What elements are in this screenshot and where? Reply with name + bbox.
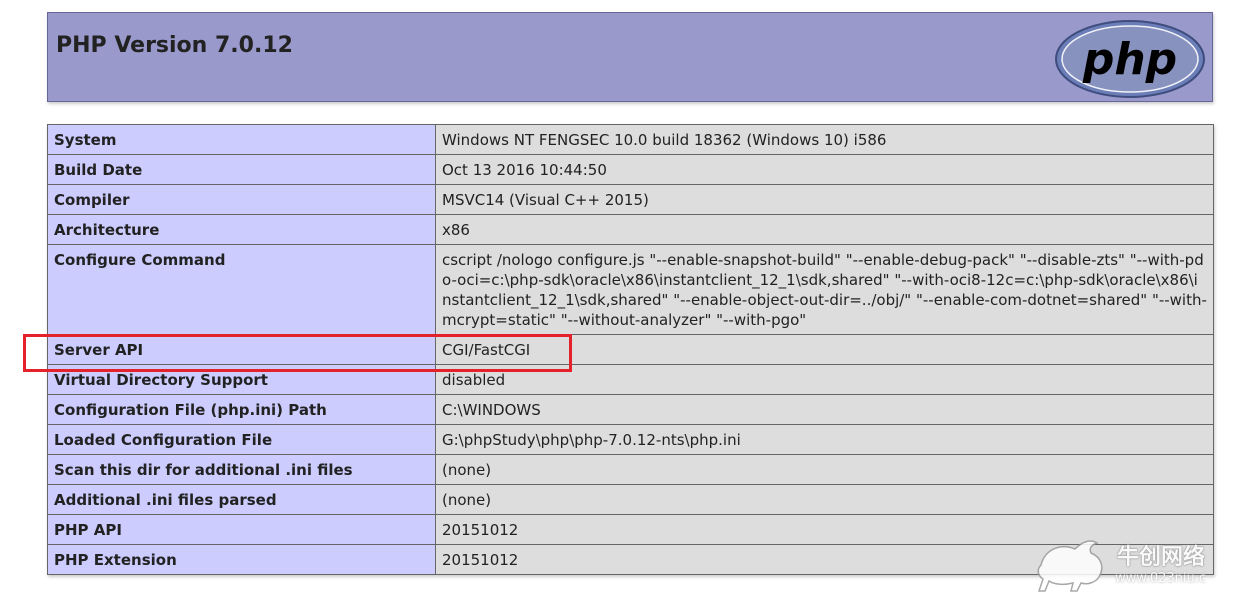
table-row: Compiler MSVC14 (Visual C++ 2015) <box>47 184 1214 215</box>
row-key: Architecture <box>47 214 436 245</box>
table-row: Server API CGI/FastCGI <box>47 334 1214 365</box>
table-row: Configuration File (php.ini) Path C:\WIND… <box>47 394 1214 425</box>
row-key: Additional .ini files parsed <box>47 484 436 515</box>
page-title: PHP Version 7.0.12 <box>56 33 293 58</box>
row-value: (none) <box>435 484 1214 515</box>
table-row: System Windows NT FENGSEC 10.0 build 1836… <box>47 124 1214 155</box>
row-value: MSVC14 (Visual C++ 2015) <box>435 184 1214 215</box>
row-key: Compiler <box>47 184 436 215</box>
row-key: PHP Extension <box>47 544 436 575</box>
row-value: disabled <box>435 364 1214 395</box>
row-key: Configuration File (php.ini) Path <box>47 394 436 425</box>
row-key: Loaded Configuration File <box>47 424 436 455</box>
row-value: (none) <box>435 454 1214 485</box>
row-key: Build Date <box>47 154 436 185</box>
watermark: 牛创网络 www.023niu.c <box>1031 535 1231 595</box>
row-value: Windows NT FENGSEC 10.0 build 18362 (Win… <box>435 124 1214 155</box>
row-value: Oct 13 2016 10:44:50 <box>435 154 1214 185</box>
php-logo-text: php <box>1082 34 1177 85</box>
table-row: Virtual Directory Support disabled <box>47 364 1214 395</box>
row-value: cscript /nologo configure.js "--enable-s… <box>435 244 1214 335</box>
row-value: C:\WINDOWS <box>435 394 1214 425</box>
php-logo: php <box>1055 20 1205 98</box>
php-info-table: System Windows NT FENGSEC 10.0 build 1836… <box>47 124 1214 575</box>
table-row: Build Date Oct 13 2016 10:44:50 <box>47 154 1214 185</box>
row-key: Server API <box>47 334 436 365</box>
row-value: G:\phpStudy\php\php-7.0.12-nts\php.ini <box>435 424 1214 455</box>
table-row: Scan this dir for additional .ini files(… <box>47 454 1214 485</box>
bull-logo-icon <box>1037 540 1103 592</box>
table-row: Configure Command cscript /nologo configu… <box>47 244 1214 335</box>
table-row: Loaded Configuration File G:\phpStudy\php… <box>47 424 1214 455</box>
row-key: Scan this dir for additional .ini files <box>47 454 436 485</box>
row-key: Virtual Directory Support <box>47 364 436 395</box>
row-value: CGI/FastCGI <box>435 334 1214 365</box>
php-version-header: PHP Version 7.0.12 php <box>47 12 1213 102</box>
watermark-url: www.023niu.c <box>1115 571 1207 586</box>
watermark-title: 牛创网络 <box>1117 545 1206 570</box>
row-key: PHP API <box>47 514 436 545</box>
table-row: Architecture x86 <box>47 214 1214 245</box>
table-row: Additional .ini files parsed (none) <box>47 484 1214 515</box>
row-key: System <box>47 124 436 155</box>
row-value: x86 <box>435 214 1214 245</box>
row-key: Configure Command <box>47 244 436 335</box>
phpinfo-page: PHP Version 7.0.12 php System Windows NT … <box>0 0 1235 597</box>
